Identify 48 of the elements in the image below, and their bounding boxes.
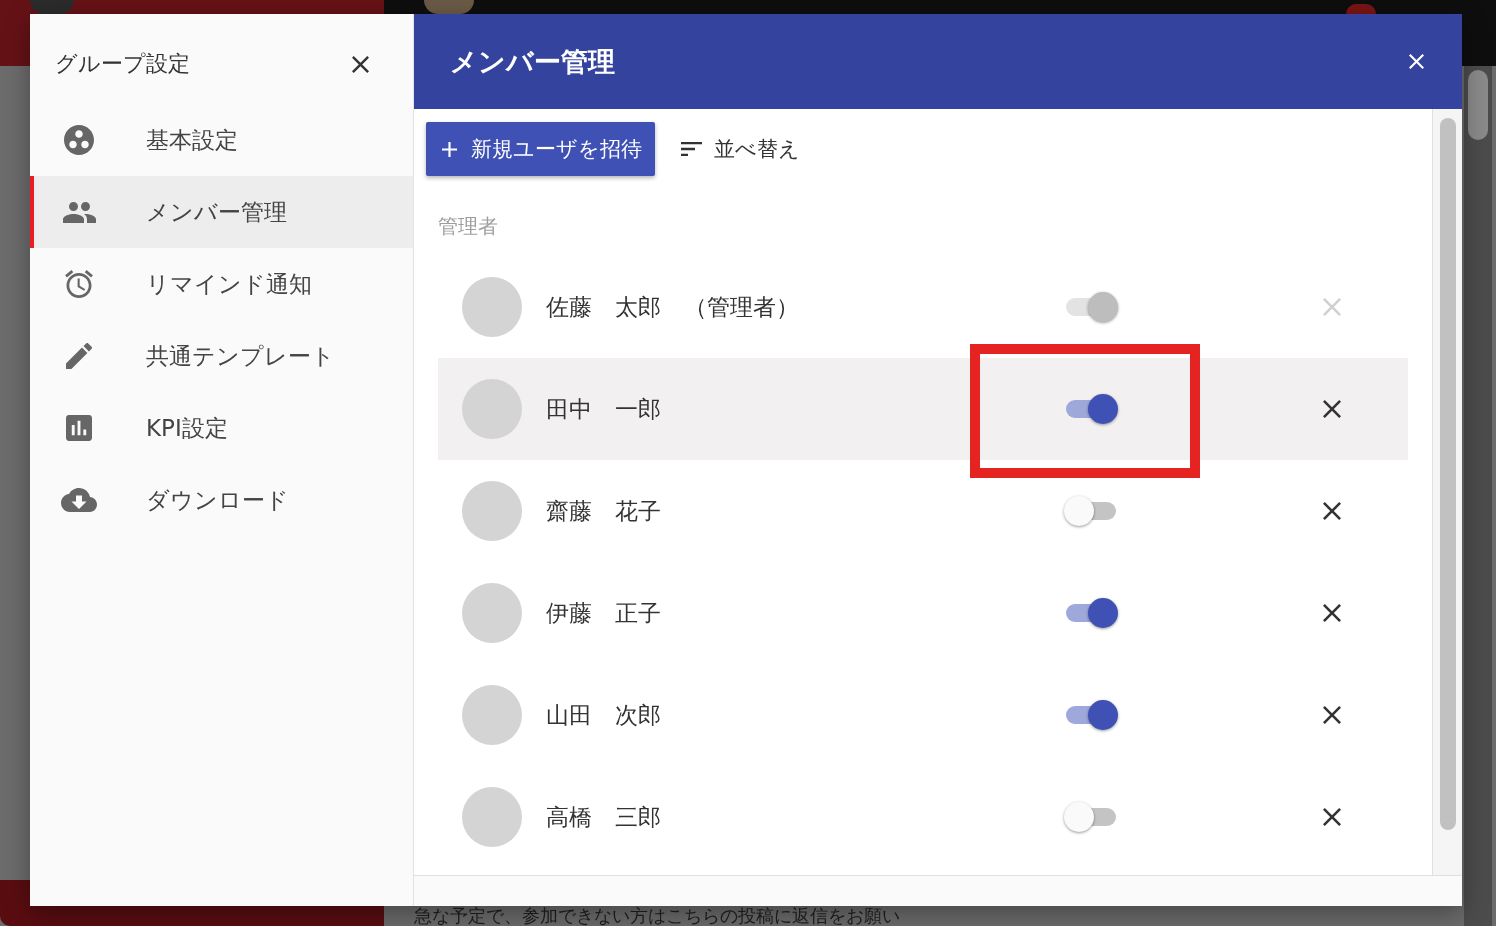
- member-name: 佐藤 太郎 （管理者）: [546, 292, 800, 322]
- avatar-placeholder: [462, 379, 522, 439]
- toggle-switch[interactable]: [1064, 700, 1118, 730]
- avatar-placeholder: [462, 685, 522, 745]
- member-name: 齋藤 花子: [546, 496, 662, 526]
- sidebar-item[interactable]: ダウンロード: [30, 464, 413, 536]
- member-name: 伊藤 正子: [546, 598, 662, 628]
- remove-icon[interactable]: [1323, 808, 1341, 826]
- close-icon[interactable]: [352, 55, 369, 73]
- toggle-switch[interactable]: [1064, 394, 1118, 424]
- section-label: 管理者: [438, 214, 499, 238]
- toggle-switch[interactable]: [1064, 802, 1118, 832]
- sidebar-title: グループ設定: [55, 50, 191, 78]
- bar-chart-icon: [66, 415, 92, 441]
- avatar-placeholder: [462, 481, 522, 541]
- dialog-title: メンバー管理: [450, 44, 616, 79]
- avatar-placeholder: [462, 787, 522, 847]
- avatar-placeholder: [424, 0, 474, 14]
- remove-icon[interactable]: [1323, 502, 1341, 520]
- people-icon: [62, 201, 96, 223]
- pencil-icon: [66, 343, 92, 369]
- scrollbar-thumb[interactable]: [1468, 70, 1488, 140]
- remove-icon[interactable]: [1323, 400, 1341, 418]
- message-preview: 急な予定で、参加できない方はこちらの投稿に返信をお願い: [414, 906, 900, 925]
- sidebar-item[interactable]: KPI設定: [30, 392, 413, 464]
- toggle-switch[interactable]: [1064, 598, 1118, 628]
- close-icon[interactable]: [1409, 54, 1424, 69]
- member-name: 山田 次郎: [546, 700, 662, 730]
- remove-icon[interactable]: [1323, 604, 1341, 622]
- alarm-clock-icon: [65, 270, 93, 298]
- avatar-placeholder: [462, 277, 522, 337]
- member-name: 田中 一郎: [546, 394, 662, 424]
- remove-icon[interactable]: [1323, 706, 1341, 724]
- avatar-placeholder: [462, 583, 522, 643]
- cloud-download-icon: [61, 488, 97, 512]
- sidebar-item[interactable]: リマインド通知: [30, 248, 413, 320]
- sidebar-item[interactable]: 基本設定: [30, 104, 413, 176]
- sort-button[interactable]: 並べ替え: [669, 122, 810, 176]
- sidebar-item[interactable]: メンバー管理: [30, 176, 413, 248]
- toggle-switch[interactable]: [1064, 496, 1118, 526]
- avatar-placeholder: [30, 0, 74, 14]
- plus-icon: [442, 141, 457, 157]
- scrollbar-thumb[interactable]: [1439, 118, 1456, 830]
- invite-user-button[interactable]: 新規ユーザを招待: [426, 122, 655, 176]
- sidebar-item[interactable]: 共通テンプレート: [30, 320, 413, 392]
- sort-lines-icon: [681, 142, 702, 156]
- notification-badge: [1346, 4, 1376, 14]
- member-name: 高橋 三郎: [546, 802, 662, 832]
